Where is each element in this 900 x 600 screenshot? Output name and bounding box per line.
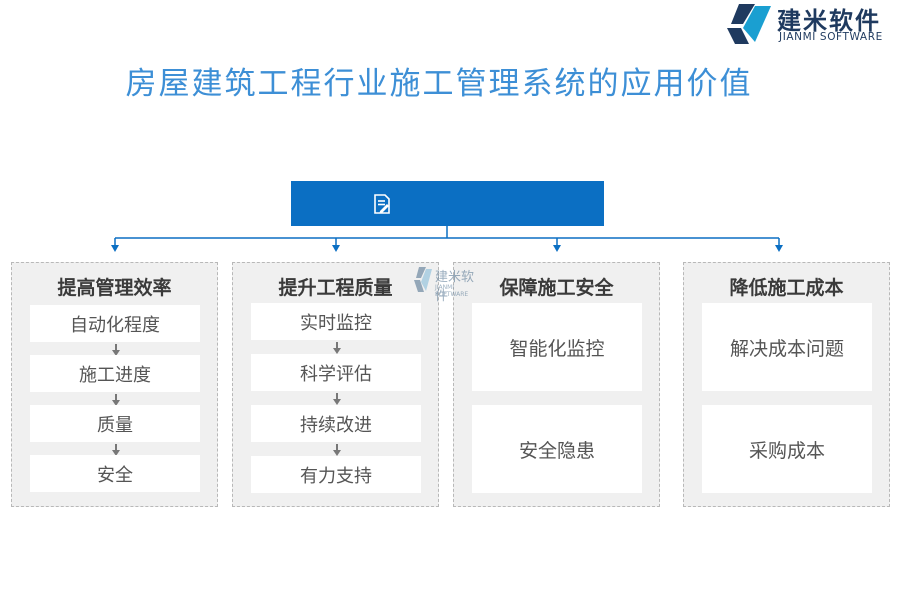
column-efficiency: 提高管理效率 自动化程度 施工进度 质量 安全 [11, 262, 218, 507]
column-title: 保障施工安全 [499, 277, 614, 299]
column-title: 提高管理效率 [57, 277, 172, 299]
column-quality: 提升工程质量 实时监控 科学评估 持续改进 有力支持 [232, 262, 439, 507]
column-title: 提升工程质量 [278, 277, 393, 299]
list-item: 采购成本 [702, 405, 872, 493]
list-item: 安全隐患 [472, 405, 642, 493]
watermark-logo-icon [414, 267, 432, 292]
list-item: 持续改进 [251, 405, 421, 442]
list-item: 施工进度 [30, 355, 200, 392]
column-cost: 降低施工成本 解决成本问题 采购成本 [683, 262, 890, 507]
list-item: 有力支持 [251, 456, 421, 493]
list-item: 安全 [30, 455, 200, 492]
list-item: 解决成本问题 [702, 303, 872, 391]
list-item: 实时监控 [251, 303, 421, 340]
watermark-en: JIANMI SOFTWARE [435, 284, 469, 298]
column-safety: 保障施工安全 智能化监控 安全隐患 [453, 262, 660, 507]
list-item: 科学评估 [251, 354, 421, 391]
list-item: 自动化程度 [30, 305, 200, 342]
column-title: 降低施工成本 [729, 277, 844, 299]
watermark: 建米软件 JIANMI SOFTWARE [413, 266, 483, 304]
list-item: 质量 [30, 405, 200, 442]
list-item: 智能化监控 [472, 303, 642, 391]
